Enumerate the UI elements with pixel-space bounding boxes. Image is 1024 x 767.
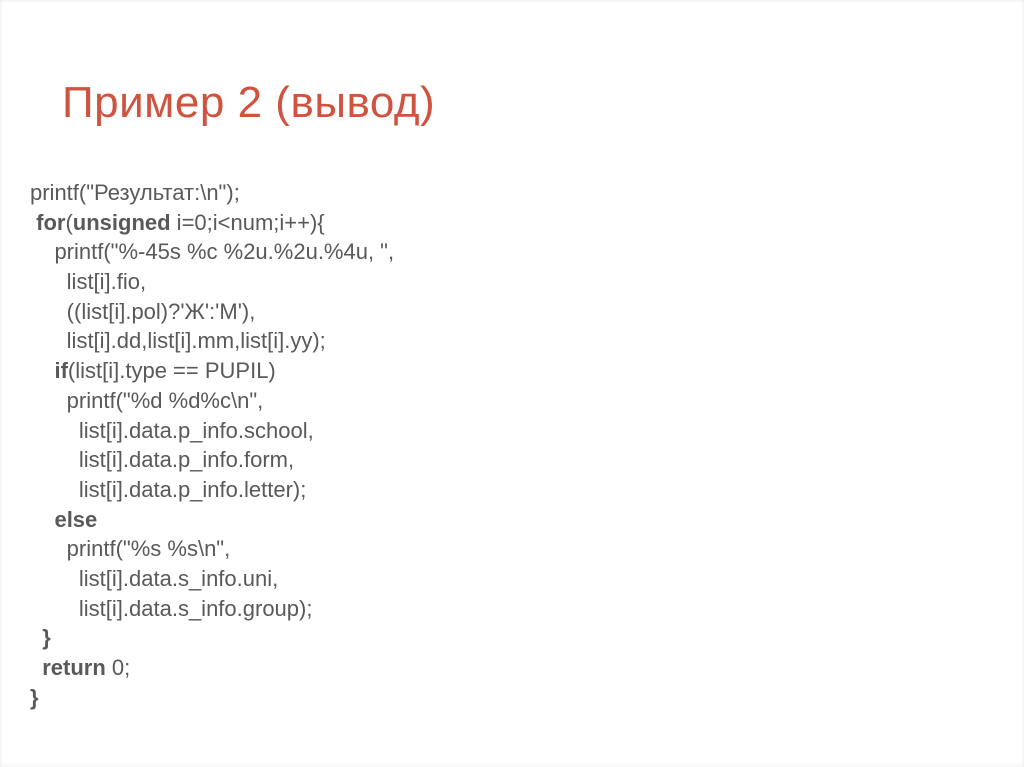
- code-line-9: list[i].data.p_info.school,: [30, 418, 314, 443]
- code-line-12-a: [30, 507, 54, 532]
- code-line-1: printf("Результат:\n");: [30, 180, 240, 205]
- keyword-unsigned: unsigned: [73, 210, 171, 235]
- code-line-5: ((list[i].pol)?'Ж':'М'),: [30, 299, 255, 324]
- code-line-6: list[i].dd,list[i].mm,list[i].yy);: [30, 328, 326, 353]
- code-line-7-c: (list[i].type == PUPIL): [68, 358, 276, 383]
- code-line-17-c: 0;: [106, 655, 130, 680]
- code-line-2-e: i=0;i<num;i++){: [171, 210, 325, 235]
- keyword-else: else: [54, 507, 97, 532]
- code-line-4: list[i].fio,: [30, 269, 146, 294]
- code-line-17-a: [30, 655, 42, 680]
- code-line-11: list[i].data.p_info.letter);: [30, 477, 306, 502]
- code-block: printf("Результат:\n"); for(unsigned i=0…: [30, 178, 394, 712]
- slide: Пример 2 (вывод) printf("Результат:\n");…: [0, 0, 1024, 767]
- keyword-if: if: [54, 358, 67, 383]
- brace-close-2: }: [30, 685, 39, 710]
- slide-title: Пример 2 (вывод): [62, 78, 435, 128]
- code-line-2-c: (: [65, 210, 72, 235]
- code-line-16-a: [30, 625, 42, 650]
- code-line-14: list[i].data.s_info.uni,: [30, 566, 278, 591]
- keyword-return: return: [42, 655, 106, 680]
- code-line-3: printf("%-45s %c %2u.%2u.%4u, ",: [30, 239, 394, 264]
- code-line-15: list[i].data.s_info.group);: [30, 596, 312, 621]
- code-line-10: list[i].data.p_info.form,: [30, 447, 294, 472]
- brace-close-1: }: [42, 625, 51, 650]
- code-line-7-a: [30, 358, 54, 383]
- code-line-8: printf("%d %d%c\n",: [30, 388, 263, 413]
- keyword-for: for: [36, 210, 65, 235]
- code-line-13: printf("%s %s\n",: [30, 536, 230, 561]
